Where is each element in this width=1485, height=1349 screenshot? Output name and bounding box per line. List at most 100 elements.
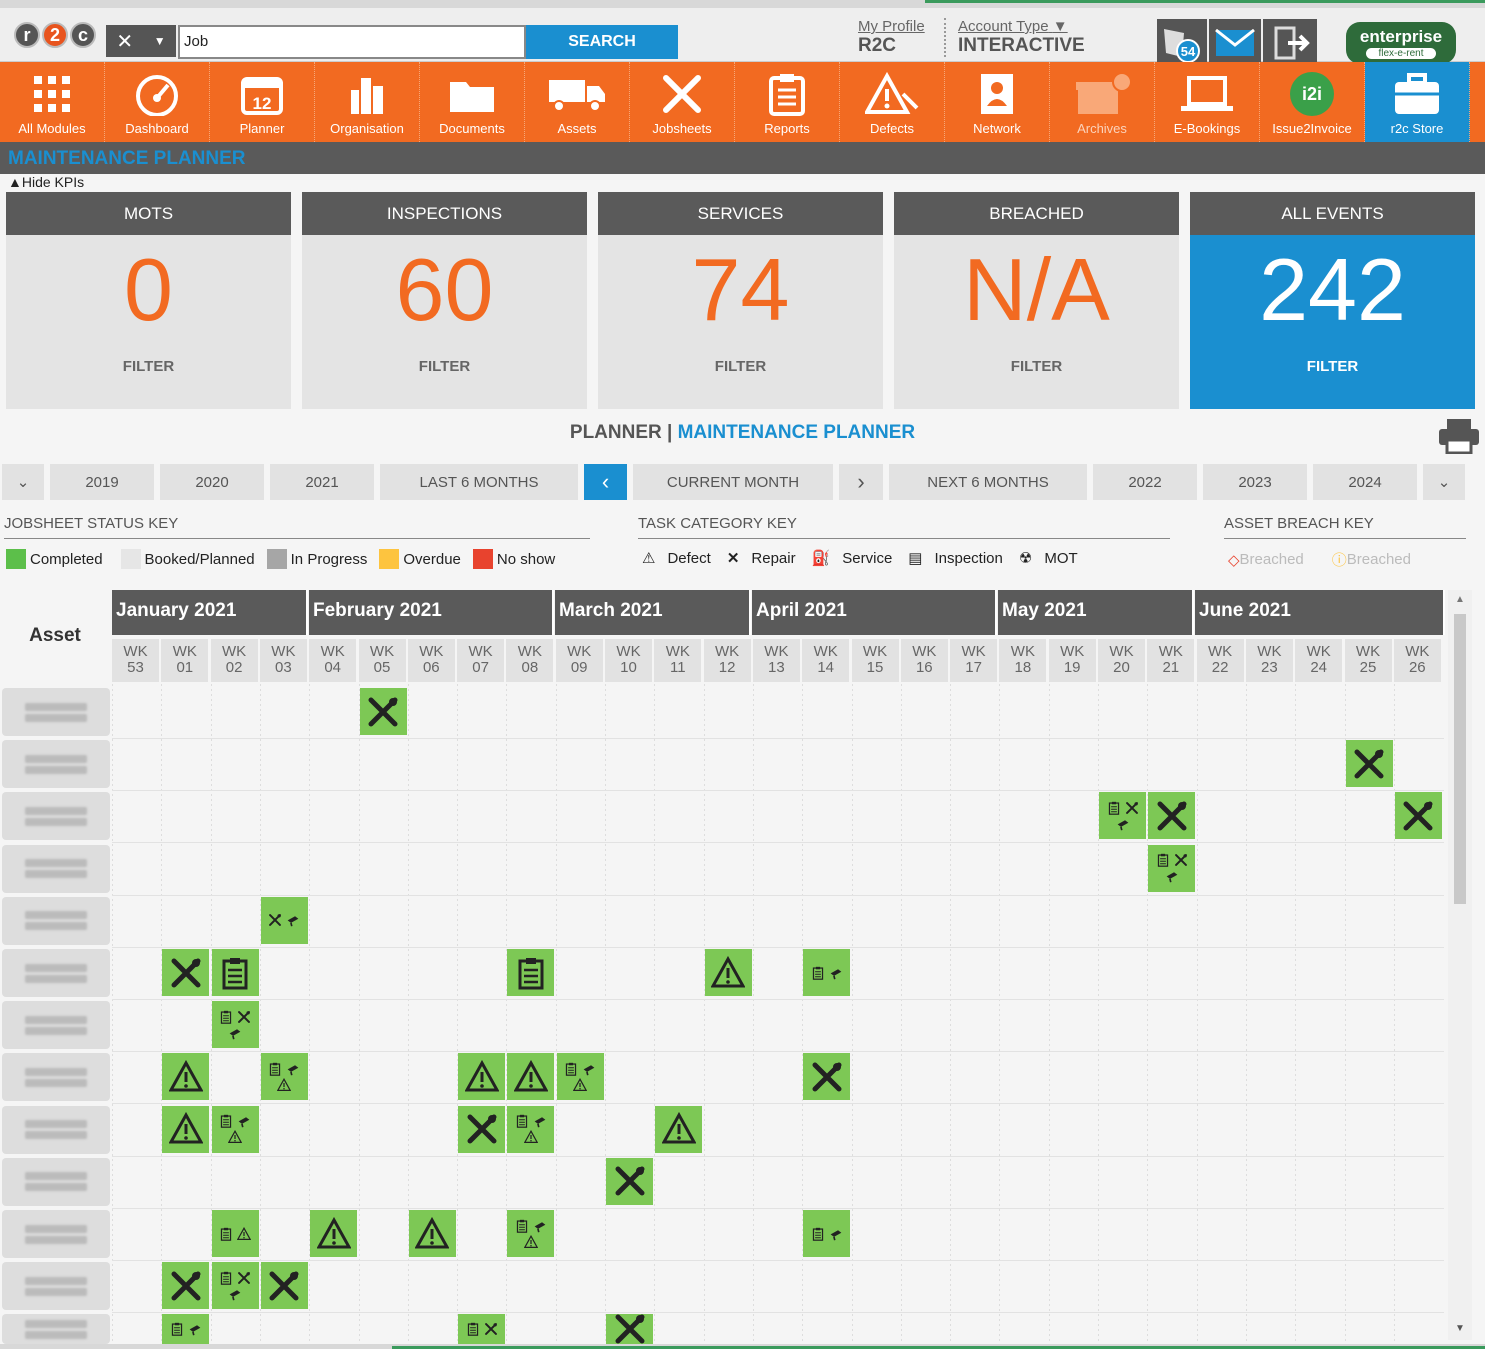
event-cell[interactable] (606, 1157, 653, 1205)
account-type-link[interactable]: Account Type (958, 18, 1049, 35)
year-2019-button[interactable]: 2019 (50, 464, 154, 500)
asset-row-label[interactable] (2, 1157, 110, 1206)
search-button[interactable]: SEARCH (526, 25, 678, 59)
nav-organisation[interactable]: Organisation (315, 62, 420, 142)
nav-planner[interactable]: 12 Planner (210, 62, 315, 142)
event-cell[interactable] (211, 1262, 259, 1310)
event-cell[interactable] (1148, 792, 1196, 840)
event-cell[interactable] (1148, 844, 1196, 892)
kpi-filter[interactable]: FILTER (1190, 358, 1475, 375)
event-cell[interactable] (260, 1262, 308, 1310)
event-cell[interactable] (211, 1001, 259, 1049)
asset-row-label[interactable] (2, 1262, 110, 1311)
next-6-months-button[interactable]: NEXT 6 MONTHS (889, 464, 1087, 500)
nav-assets[interactable]: Assets (525, 62, 630, 142)
event-cell[interactable] (655, 1105, 703, 1153)
event-cell[interactable] (803, 1210, 851, 1257)
scroll-up-icon[interactable]: ▲ (1455, 594, 1465, 605)
event-cell[interactable] (556, 1053, 604, 1101)
nav-archives[interactable]: Archives (1050, 62, 1155, 142)
kpi-filter[interactable]: FILTER (302, 358, 587, 375)
next-month-button[interactable]: › (839, 464, 883, 500)
current-month-button[interactable]: CURRENT MONTH (633, 464, 833, 500)
event-cell[interactable] (260, 1053, 308, 1101)
event-cell[interactable] (507, 1105, 555, 1153)
event-cell[interactable] (211, 1105, 259, 1153)
event-cell[interactable] (507, 1210, 555, 1257)
asset-row-label[interactable] (2, 688, 110, 736)
kpi-inspections[interactable]: INSPECTIONS 60 FILTER (302, 192, 587, 409)
prev-month-button[interactable]: ‹ (584, 464, 627, 500)
event-cell[interactable] (507, 949, 555, 996)
scroll-thumb[interactable] (1454, 614, 1466, 904)
print-icon[interactable] (1438, 418, 1480, 459)
nav-e-bookings[interactable]: E-Bookings (1155, 62, 1260, 142)
event-cell[interactable] (408, 1210, 456, 1257)
asset-row-label[interactable] (2, 896, 110, 945)
messages-button[interactable] (1209, 19, 1261, 67)
event-cell[interactable] (359, 688, 407, 735)
asset-row-label[interactable] (2, 844, 110, 893)
nav-jobsheets[interactable]: Jobsheets (630, 62, 735, 142)
my-profile-link[interactable]: My Profile (858, 18, 925, 35)
event-cell[interactable] (606, 1314, 653, 1345)
kpi-filter[interactable]: FILTER (894, 358, 1179, 375)
kpi-mots[interactable]: MOTS 0 FILTER (6, 192, 291, 409)
event-cell[interactable] (162, 1053, 210, 1101)
nav-defects[interactable]: Defects (840, 62, 945, 142)
event-cell[interactable] (211, 1210, 259, 1257)
event-cell[interactable] (162, 1314, 210, 1345)
asset-row-label[interactable] (2, 792, 110, 841)
last-6-months-button[interactable]: LAST 6 MONTHS (380, 464, 578, 500)
event-cell[interactable] (260, 896, 308, 944)
event-cell[interactable] (1099, 792, 1146, 840)
my-profile[interactable]: My Profile R2C (858, 18, 925, 57)
event-cell[interactable] (162, 1262, 210, 1310)
asset-row-label[interactable] (2, 740, 110, 789)
nav-issue2invoice[interactable]: i2i Issue2Invoice (1260, 62, 1365, 142)
nav-reports[interactable]: Reports (735, 62, 840, 142)
nav-r2c-store[interactable]: r2c Store (1365, 62, 1470, 142)
kpi-filter[interactable]: FILTER (598, 358, 883, 375)
asset-row-label[interactable] (2, 949, 110, 997)
prev-years-dropdown[interactable]: ⌄ (2, 464, 44, 500)
event-cell[interactable] (803, 1053, 851, 1101)
nav-all-modules[interactable]: All Modules (0, 62, 105, 142)
asset-row-label[interactable] (2, 1053, 110, 1102)
next-years-dropdown[interactable]: ⌄ (1423, 464, 1465, 500)
event-cell[interactable] (1345, 740, 1393, 788)
asset-row-label[interactable] (2, 1314, 110, 1345)
event-cell[interactable] (458, 1053, 506, 1101)
notifications-button[interactable]: 54 (1157, 19, 1207, 67)
event-cell[interactable] (803, 949, 851, 996)
event-cell[interactable] (458, 1314, 506, 1345)
search-input[interactable]: Job (178, 25, 526, 59)
event-cell[interactable] (162, 1105, 210, 1153)
asset-row-label[interactable] (2, 1001, 110, 1050)
event-cell[interactable] (1394, 792, 1442, 840)
kpi-services[interactable]: SERVICES 74 FILTER (598, 192, 883, 409)
asset-row-label[interactable] (2, 1105, 110, 1154)
year-2023-button[interactable]: 2023 (1203, 464, 1307, 500)
logout-button[interactable] (1263, 19, 1317, 67)
kpi-breached[interactable]: BREACHED N/A FILTER (894, 192, 1179, 409)
vertical-scrollbar[interactable]: ▲ ▼ (1448, 590, 1472, 1340)
search-type-dropdown[interactable]: ✕ ▼ (106, 25, 176, 57)
nav-dashboard[interactable]: Dashboard (105, 62, 210, 142)
kpi-all-events[interactable]: ALL EVENTS 242 FILTER (1190, 192, 1475, 409)
account-type[interactable]: Account Type ▼ INTERACTIVE (944, 18, 1085, 57)
year-2021-button[interactable]: 2021 (270, 464, 374, 500)
asset-row-label[interactable] (2, 1210, 110, 1258)
year-2020-button[interactable]: 2020 (160, 464, 264, 500)
scroll-down-icon[interactable]: ▼ (1455, 1323, 1465, 1334)
event-cell[interactable] (162, 949, 210, 996)
event-cell[interactable] (310, 1210, 358, 1257)
event-cell[interactable] (704, 949, 752, 996)
event-cell[interactable] (507, 1053, 555, 1101)
hide-kpis-toggle[interactable]: ▲Hide KPIs (8, 174, 84, 190)
nav-network[interactable]: Network (945, 62, 1050, 142)
event-cell[interactable] (458, 1105, 506, 1153)
nav-documents[interactable]: Documents (420, 62, 525, 142)
event-cell[interactable] (211, 949, 259, 996)
year-2022-button[interactable]: 2022 (1093, 464, 1197, 500)
